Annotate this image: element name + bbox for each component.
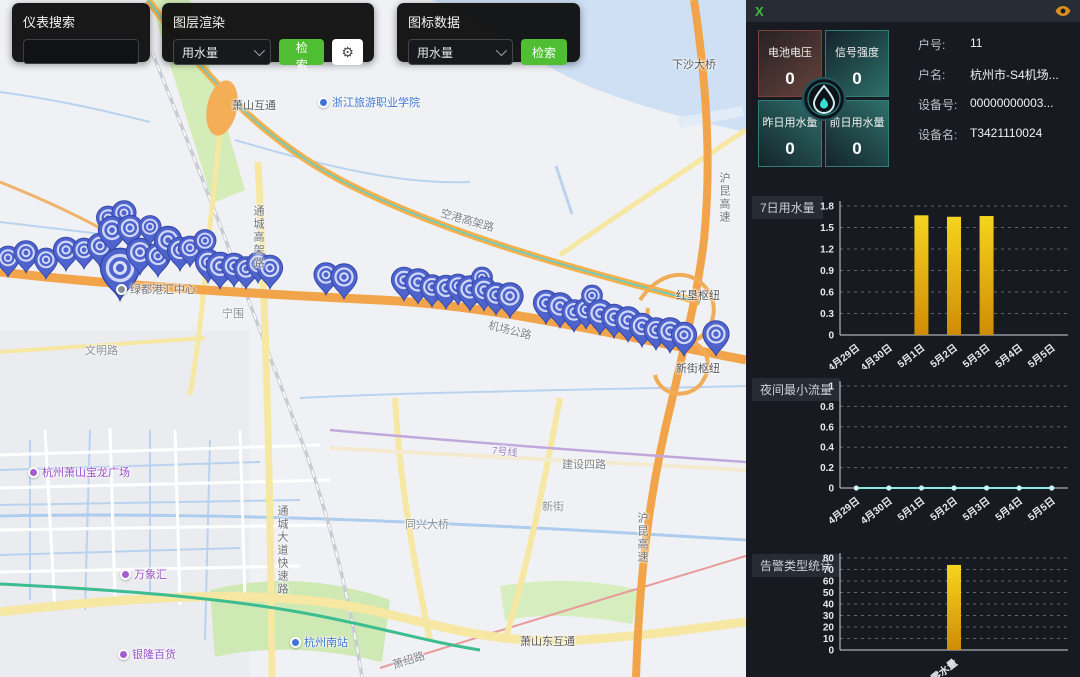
svg-text:0: 0 <box>828 484 834 495</box>
icon-data-select-value: 用水量 <box>417 44 453 61</box>
bar-chart-alarm-types: 01020304050607080 连续零水量 <box>804 550 1076 677</box>
stat-label: 电池电压 <box>768 44 812 60</box>
svg-text:60: 60 <box>823 577 835 588</box>
meter-marker[interactable] <box>497 283 523 318</box>
svg-text:5月4日: 5月4日 <box>993 495 1025 524</box>
info-label: 户号: <box>918 36 970 53</box>
close-button[interactable]: X <box>755 4 764 19</box>
svg-text:0.8: 0.8 <box>820 402 834 413</box>
svg-text:30: 30 <box>823 611 835 622</box>
svg-text:连续零水量: 连续零水量 <box>912 656 959 677</box>
info-row-device-name: 设备名: T3421110024 <box>918 126 1059 143</box>
svg-text:0.4: 0.4 <box>820 443 834 454</box>
svg-text:5月3日: 5月3日 <box>961 495 993 524</box>
stat-value: 0 <box>852 139 861 159</box>
svg-text:40: 40 <box>823 600 835 611</box>
meter-marker[interactable] <box>331 264 357 299</box>
svg-text:4月29日: 4月29日 <box>826 495 862 526</box>
info-value: T3421110024 <box>970 126 1042 143</box>
info-label: 户名: <box>918 66 970 83</box>
svg-text:5月2日: 5月2日 <box>928 342 960 369</box>
icon-data-title: 图标数据 <box>408 12 569 31</box>
svg-text:0: 0 <box>828 646 834 657</box>
svg-text:50: 50 <box>823 588 835 599</box>
water-meter-gis-app: 萧山互通浙江旅游职业学院下沙大桥空港高架路通城高架路沪昆高速红垦枢纽新街枢纽机场… <box>0 0 1080 677</box>
svg-text:5月5日: 5月5日 <box>1026 342 1058 369</box>
stat-value: 0 <box>852 69 861 89</box>
svg-text:1: 1 <box>828 382 834 393</box>
svg-text:5月1日: 5月1日 <box>895 342 927 369</box>
chevron-down-icon <box>254 45 265 56</box>
gear-icon: ⚙ <box>341 44 354 60</box>
info-row-account-no: 户号: 11 <box>918 36 1059 53</box>
meter-marker[interactable] <box>257 255 282 289</box>
layer-render-select-value: 用水量 <box>182 44 218 61</box>
info-label: 设备名: <box>918 126 970 143</box>
svg-text:5月3日: 5月3日 <box>961 342 993 369</box>
info-row-device-no: 设备号: 00000000003... <box>918 96 1059 113</box>
meter-search-title: 仪表搜索 <box>23 12 139 31</box>
svg-text:20: 20 <box>823 623 835 634</box>
svg-text:5月2日: 5月2日 <box>928 495 960 524</box>
info-value: 00000000003... <box>970 96 1053 113</box>
svg-text:4月30日: 4月30日 <box>858 342 894 369</box>
layer-render-select[interactable]: 用水量 <box>173 39 271 65</box>
stat-value: 0 <box>785 69 794 89</box>
svg-text:4月30日: 4月30日 <box>858 495 894 526</box>
svg-text:5月5日: 5月5日 <box>1026 495 1058 524</box>
info-row-account-name: 户名: 杭州市-S4机场... <box>918 66 1059 83</box>
svg-text:0: 0 <box>828 331 834 342</box>
icon-data-panel: 图标数据 用水量 检索 <box>397 3 580 62</box>
svg-text:70: 70 <box>823 565 835 576</box>
svg-text:0.2: 0.2 <box>820 463 834 474</box>
layer-settings-button[interactable]: ⚙ <box>332 39 363 65</box>
svg-text:1.5: 1.5 <box>820 223 834 234</box>
meter-search-input[interactable] <box>23 39 139 64</box>
water-drop-emblem-icon <box>801 76 847 122</box>
device-info-list: 户号: 11 户名: 杭州市-S4机场... 设备号: 00000000003.… <box>918 36 1059 156</box>
meter-marker[interactable] <box>671 322 696 356</box>
svg-text:0.6: 0.6 <box>820 288 834 299</box>
info-value: 11 <box>970 36 982 53</box>
meter-marker[interactable] <box>703 321 729 356</box>
meter-marker-layer <box>0 0 746 677</box>
svg-text:5月1日: 5月1日 <box>895 495 927 524</box>
svg-text:4月29日: 4月29日 <box>826 342 862 369</box>
device-detail-sidebar: X 电池电压 0 信号强度 0 昨日用水量 0 <box>746 0 1080 677</box>
svg-text:0.6: 0.6 <box>820 422 834 433</box>
sidebar-topbar: X <box>746 0 1080 22</box>
info-label: 设备号: <box>918 96 970 113</box>
svg-text:10: 10 <box>823 634 835 645</box>
svg-text:1.2: 1.2 <box>820 245 834 256</box>
map-canvas[interactable]: 萧山互通浙江旅游职业学院下沙大桥空港高架路通城高架路沪昆高速红垦枢纽新街枢纽机场… <box>0 0 746 677</box>
chevron-down-icon <box>496 45 507 56</box>
bar-chart-7day-usage: 0 0.3 0.6 0.9 1.2 1.5 1.8 4月29日4月30日5月1日5月2日5月3… <box>804 194 1076 374</box>
svg-text:80: 80 <box>823 554 835 565</box>
layer-render-title: 图层渲染 <box>173 12 363 31</box>
layer-search-button[interactable]: 检索 <box>279 39 324 65</box>
eye-icon[interactable] <box>1055 5 1071 17</box>
svg-text:1.8: 1.8 <box>820 202 834 213</box>
svg-text:5月4日: 5月4日 <box>993 342 1025 369</box>
icon-data-select[interactable]: 用水量 <box>408 39 513 65</box>
layer-render-panel: 图层渲染 用水量 检索 ⚙ <box>162 3 374 62</box>
icon-search-button[interactable]: 检索 <box>521 39 567 65</box>
line-chart-night-min-flow: 0 0.2 0.4 0.6 0.8 1 4月29日4月30日5月1日5月2日5月3日5月4日… <box>804 376 1076 531</box>
svg-text:0.9: 0.9 <box>820 266 834 277</box>
stat-label: 信号强度 <box>835 44 879 60</box>
info-value: 杭州市-S4机场... <box>970 66 1059 83</box>
svg-text:0.3: 0.3 <box>820 309 834 320</box>
stat-value: 0 <box>785 139 794 159</box>
device-overview: 电池电压 0 信号强度 0 昨日用水量 0 前日用水量 0 <box>746 22 1080 192</box>
meter-search-panel: 仪表搜索 <box>12 3 150 62</box>
